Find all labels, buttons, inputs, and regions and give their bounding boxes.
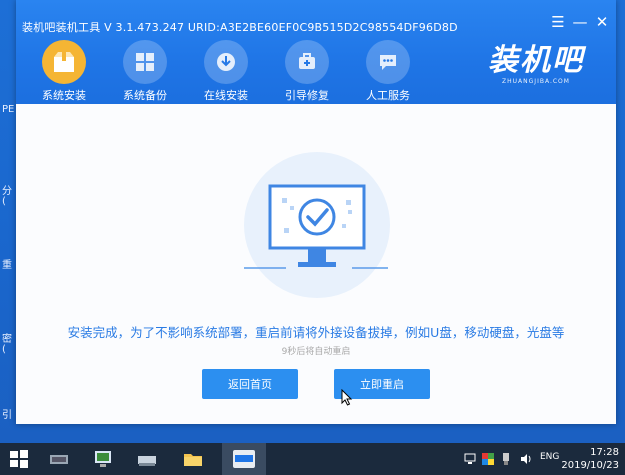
desktop-label: 密 [2, 334, 12, 345]
window-title: 装机吧装机工具 V 3.1.473.247 URID:A3E2BE60EF0C9… [22, 21, 458, 34]
mouse-cursor-icon [341, 389, 353, 406]
nav-label: 引导修复 [285, 89, 329, 102]
input-language[interactable]: ENG [540, 452, 559, 462]
clock-time: 17:28 [590, 447, 619, 458]
nav-item-system-install[interactable]: 系统安装 [30, 40, 98, 103]
nav-item-system-backup[interactable]: 系统备份 [111, 40, 179, 103]
monitor-check-icon [244, 184, 388, 269]
taskbar-clock[interactable]: 17:28 2019/10/23 [561, 446, 619, 472]
drive-icon[interactable] [136, 448, 158, 470]
nav-item-online-install[interactable]: 在线安装 [192, 40, 260, 103]
start-icon[interactable] [8, 448, 30, 470]
desktop-label: 分 [2, 186, 12, 197]
install-complete-message: 安装完成，为了不影响系统部署，重启前请将外接设备拔掉，例如U盘，移动硬盘，光盘等 [67, 325, 565, 340]
desktop-label: PE [2, 104, 15, 115]
desktop-label: 引 [2, 410, 12, 421]
brand-name: 装机吧 [488, 43, 584, 78]
windows-icon [123, 40, 167, 84]
taskbar-active-app[interactable] [222, 443, 266, 475]
zhuangjiba-app-icon [233, 450, 255, 468]
network-icon[interactable] [92, 448, 114, 470]
brand-logo: 装机吧 ZHUANGJIBA.COM [476, 43, 596, 86]
return-home-button[interactable]: 返回首页 [202, 369, 298, 399]
folder-icon[interactable] [182, 448, 204, 470]
close-button[interactable]: ✕ [594, 14, 610, 30]
restart-countdown: 9秒后将自动重启 [281, 347, 351, 357]
nav-label: 系统安装 [42, 89, 86, 102]
color-tray-icon[interactable] [482, 453, 494, 465]
repair-icon [285, 40, 329, 84]
package-icon [42, 40, 86, 84]
brand-url: ZHUANGJIBA.COM [502, 78, 570, 85]
desktop-label: ( [2, 344, 6, 355]
chat-icon [366, 40, 410, 84]
nav-label: 系统备份 [123, 89, 167, 102]
minimize-button[interactable]: — [572, 14, 588, 30]
desktop-label: ( [2, 196, 6, 207]
nav-item-boot-repair[interactable]: 引导修复 [273, 40, 341, 103]
nav-label: 在线安装 [204, 89, 248, 102]
main-nav: 系统安装 系统备份 在线安装 引导修复 人工服务 [30, 40, 422, 103]
clock-date: 2019/10/23 [561, 460, 619, 471]
download-icon [204, 40, 248, 84]
disk-tool-icon[interactable] [48, 448, 70, 470]
desktop-label: 重 [2, 260, 12, 271]
menu-button[interactable]: ☰ [550, 14, 566, 30]
nav-label: 人工服务 [366, 89, 410, 102]
nav-item-manual-service[interactable]: 人工服务 [354, 40, 422, 103]
main-content: 安装完成，为了不影响系统部署，重启前请将外接设备拔掉，例如U盘，移动硬盘，光盘等… [16, 104, 616, 424]
window-header: 装机吧装机工具 V 3.1.473.247 URID:A3E2BE60EF0C9… [16, 0, 616, 104]
network-tray-icon[interactable] [464, 453, 476, 465]
volume-icon[interactable] [520, 453, 532, 465]
installer-window: 装机吧装机工具 V 3.1.473.247 URID:A3E2BE60EF0C9… [16, 0, 616, 424]
usb-tray-icon[interactable] [500, 453, 512, 465]
taskbar: ENG 17:28 2019/10/23 [0, 443, 625, 475]
